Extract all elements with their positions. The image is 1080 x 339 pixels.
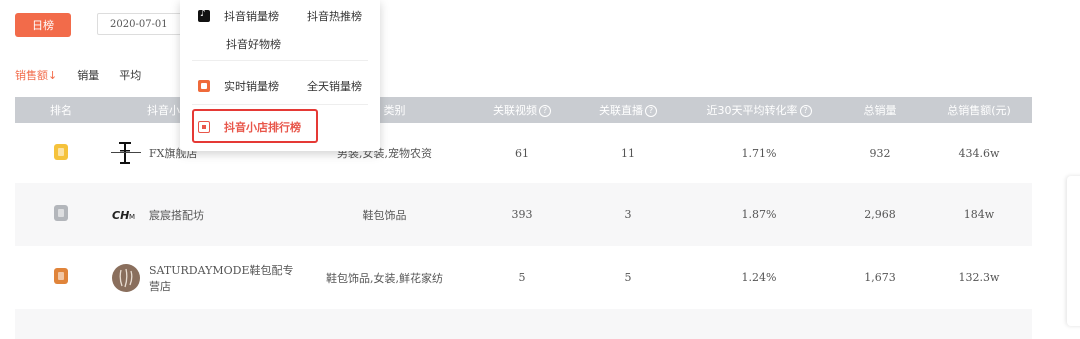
table-row[interactable]: FX旗舰店 男装,女装,宠物农资 61 11 1.71% 932 434.6w [15,123,1032,183]
table-row[interactable]: SATURDAYMODE鞋包配专营店 鞋包饰品,女装,鲜花家纺 5 5 1.24… [15,246,1032,309]
shop-ranking-table: 排名 抖音小 类别 关联视频? 关联直播? 近30天平均转化率? 总销量 总销售… [15,97,1032,339]
menu-item-douyin-good[interactable]: 抖音好物榜 [226,36,281,52]
sales-amount: 132.3w [958,271,1000,284]
sales-volume: 932 [869,146,891,160]
menu-item-douyin-hot[interactable]: 抖音热推榜 [307,8,362,24]
shop-rank-icon [198,121,210,133]
sort-tabs: 销售额↓ 销量 平均 [15,62,161,88]
gold-medal-icon [54,143,68,160]
sort-tab-sales-amount[interactable]: 销售额↓ [15,67,57,83]
store-icon [198,80,210,92]
daily-rank-button[interactable]: 日榜 [15,13,71,37]
conversion-rate: 1.24% [741,271,777,284]
sort-tab-average[interactable]: 平均 [119,67,141,83]
menu-item-fullday-sales[interactable]: 全天销量榜 [307,78,362,94]
video-count: 5 [518,271,526,284]
silver-medal-icon [54,205,68,221]
video-count: 61 [515,146,529,160]
menu-item-douyin-sales[interactable]: 抖音销量榜 [224,8,279,24]
live-count: 11 [621,146,635,160]
col-amount: 总销售额(元) [947,104,1011,117]
help-icon[interactable]: ? [645,105,657,117]
col-videos: 关联视频? [472,102,572,118]
shop-logo [109,139,143,167]
ranking-type-dropdown: 抖音销量榜 抖音热推榜 抖音好物榜 实时销量榜 全天销量榜 抖音小店排行榜 [180,0,380,151]
divider [192,104,368,105]
menu-item-shop-ranking[interactable]: 抖音小店排行榜 [224,119,301,135]
table-row [15,309,1032,339]
table-row[interactable]: CH M 宸宸搭配坊 鞋包饰品 393 3 1.87% 2,968 184w [15,183,1032,246]
menu-item-realtime-sales[interactable]: 实时销量榜 [224,78,279,94]
shop-name[interactable]: 宸宸搭配坊 [149,207,204,223]
sales-amount: 184w [963,208,995,221]
svg-text:M: M [129,213,135,221]
sort-tab-volume[interactable]: 销量 [77,67,99,83]
col-lives: 关联直播? [572,102,684,118]
help-icon[interactable]: ? [539,105,551,117]
video-count: 393 [511,208,533,221]
side-toolbar[interactable] [1067,176,1080,326]
category: 鞋包饰品,女装,鲜花家纺 [326,271,443,285]
live-count: 3 [624,208,632,221]
shop-logo: CH M [109,201,143,229]
live-count: 5 [624,271,632,284]
col-rank: 排名 [50,104,72,117]
sort-arrow-icon: ↓ [48,69,58,82]
table-header: 排名 抖音小 类别 关联视频? 关联直播? 近30天平均转化率? 总销量 总销售… [15,97,1032,123]
sales-volume: 1,673 [864,271,896,284]
shop-name[interactable]: SATURDAYMODE鞋包配专营店 [149,262,297,294]
tiktok-icon [198,9,210,22]
col-conversion: 近30天平均转化率? [684,102,834,118]
col-volume: 总销量 [863,104,897,117]
dropdown-group-douyin: 抖音销量榜 抖音热推榜 [198,8,362,24]
bronze-medal-icon [54,268,68,284]
svg-text:CH: CH [112,209,129,222]
dropdown-group-realtime: 实时销量榜 全天销量榜 [198,78,362,94]
dropdown-group-shop: 抖音小店排行榜 [198,119,301,135]
category: 鞋包饰品 [362,208,407,222]
conversion-rate: 1.71% [741,146,777,160]
sales-volume: 2,968 [864,208,896,221]
sales-amount: 434.6w [958,146,1000,160]
shop-logo [112,263,140,292]
help-icon[interactable]: ? [799,105,812,117]
conversion-rate: 1.87% [741,208,777,221]
divider [192,60,368,61]
